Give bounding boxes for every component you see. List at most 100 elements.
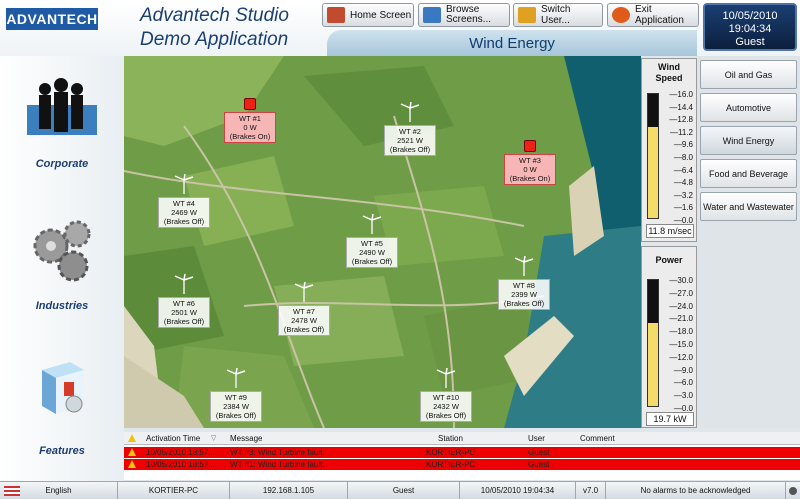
turbine-name: WT #8 xyxy=(513,281,535,290)
switch-user-button[interactable]: Switch User... xyxy=(513,3,603,27)
turbine-icon xyxy=(514,255,534,276)
turbine-power: 2478 W xyxy=(291,316,317,325)
turbine-label: WT #9 2384 W (Brakes Off) xyxy=(210,391,262,422)
turbine-power: 2399 W xyxy=(511,290,537,299)
turbine-icon xyxy=(294,281,314,302)
turbine-label: WT #2 2521 W (Brakes Off) xyxy=(384,125,436,156)
turbine-power: 2501 W xyxy=(171,308,197,317)
home-icon xyxy=(327,7,345,23)
wind-turbine-3[interactable]: WT #3 0 W (Brakes On) xyxy=(500,140,560,185)
left-nav: Corporate Industries Features xyxy=(0,56,124,481)
alarm-row[interactable]: 10/05/2010 18:57... WT #1: Wind Turbine … xyxy=(124,459,800,470)
wind-turbine-9[interactable]: WT #9 2384 W (Brakes Off) xyxy=(206,367,266,422)
wind-speed-bar xyxy=(647,93,659,219)
gauge-tick-label: —3.2 xyxy=(673,190,693,200)
turbine-name: WT #5 xyxy=(361,239,383,248)
wind-turbine-4[interactable]: WT #4 2469 W (Brakes Off) xyxy=(154,173,214,228)
status-user: Guest xyxy=(348,482,460,499)
screen-title: Wind Energy xyxy=(327,30,697,56)
nav-corporate-label: Corporate xyxy=(35,158,89,170)
wind-turbine-7[interactable]: WT #7 2478 W (Brakes Off) xyxy=(274,281,334,336)
home-screen-label: Home Screen xyxy=(350,9,412,21)
turbine-brake-state: (Brakes Off) xyxy=(351,257,393,266)
turbine-icon xyxy=(436,367,456,388)
wind-turbine-10[interactable]: WT #10 2432 W (Brakes Off) xyxy=(416,367,476,422)
turbine-name: WT #2 xyxy=(399,127,421,136)
warning-icon xyxy=(128,460,136,468)
gauge-tick-label: —12.0 xyxy=(669,352,693,362)
alarm-row[interactable]: 10/05/2010 18:57... WT #3: Wind Turbine … xyxy=(124,447,800,458)
gauge-tick-label: —8.0 xyxy=(673,153,693,162)
power-bar xyxy=(647,279,659,407)
advantech-logo: ADVANTECH xyxy=(6,8,98,30)
turbine-brake-state: (Brakes Off) xyxy=(215,411,257,420)
sort-icon[interactable]: ▽ xyxy=(211,432,216,445)
key-icon xyxy=(518,7,536,23)
wind-turbine-6[interactable]: WT #6 2501 W (Brakes Off) xyxy=(154,273,214,328)
wind-turbine-5[interactable]: WT #5 2490 W (Brakes Off) xyxy=(342,213,402,268)
wind-energy-button[interactable]: Wind Energy xyxy=(700,126,797,155)
gauge-tick-label: —1.6 xyxy=(673,203,693,213)
nav-industries[interactable]: Industries xyxy=(0,216,124,316)
automotive-button[interactable]: Automotive xyxy=(700,93,797,122)
food-and-beverage-button[interactable]: Food and Beverage xyxy=(700,159,797,188)
gauge-tick-label: —6.4 xyxy=(673,165,693,175)
col-message[interactable]: Message xyxy=(230,432,262,445)
browse-screens-button[interactable]: Browse Screens... xyxy=(418,3,510,27)
gauge-tick-label: —16.0 xyxy=(669,90,693,99)
turbine-brake-state: (Brakes On) xyxy=(509,174,551,183)
turbine-power: 2469 W xyxy=(171,208,197,217)
wind-speed-title: Wind Speed xyxy=(642,59,696,84)
col-activation-time[interactable]: Activation Time xyxy=(146,432,200,445)
datetime-panel: 10/05/2010 19:04:34 Guest xyxy=(703,3,797,51)
software-box-icon xyxy=(42,362,84,414)
turbine-label: WT #5 2490 W (Brakes Off) xyxy=(346,237,398,268)
header-bar: ADVANTECH Advantech Studio Demo Applicat… xyxy=(0,0,800,56)
status-language-text: English xyxy=(45,486,72,495)
col-station[interactable]: Station xyxy=(438,432,463,445)
industry-nav: Oil and Gas Automotive Wind Energy Food … xyxy=(697,56,800,428)
wind-turbine-8[interactable]: WT #8 2399 W (Brakes Off) xyxy=(494,255,554,310)
col-user[interactable]: User xyxy=(528,432,545,445)
alarm-status-icon[interactable] xyxy=(786,482,800,499)
water-and-wastewater-button[interactable]: Water and Wastewater xyxy=(700,192,797,221)
browse-screens-label: Browse Screens... xyxy=(446,4,492,25)
wind-turbine-2[interactable]: WT #2 2521 W (Brakes Off) xyxy=(380,101,440,156)
wind-speed-title-line1: Wind xyxy=(658,62,680,72)
gauge-tick-label: —12.8 xyxy=(669,115,693,125)
wind-turbine-1[interactable]: WT #1 0 W (Brakes On) xyxy=(220,98,280,143)
power-value: 19.7 kW xyxy=(646,412,694,426)
date-text: 10/05/2010 xyxy=(722,10,778,22)
turbine-name: WT #1 xyxy=(239,114,261,123)
oil-and-gas-button[interactable]: Oil and Gas xyxy=(700,60,797,89)
turbine-label: WT #4 2469 W (Brakes Off) xyxy=(158,197,210,228)
status-datetime: 10/05/2010 19:04:34 xyxy=(460,482,576,499)
people-icon xyxy=(27,78,97,135)
gauge-tick-label: —3.0 xyxy=(673,391,693,401)
monitor-icon xyxy=(423,7,441,23)
status-bar: English KORTIER-PC 192.168.1.105 Guest 1… xyxy=(0,481,800,499)
col-comment[interactable]: Comment xyxy=(580,432,615,445)
gauge-tick-label: —24.0 xyxy=(669,301,693,311)
wind-speed-gauge: Wind Speed —16.0 —14.4 —12.8 —11.2 —9.6 —8.0 —… xyxy=(641,58,697,242)
alarm-time: 10/05/2010 18:57... xyxy=(146,460,215,469)
turbine-label: WT #1 0 W (Brakes On) xyxy=(224,112,276,143)
alarm-message: WT #1: Wind Turbine fault. xyxy=(230,460,325,469)
turbine-icon xyxy=(226,367,246,388)
status-version: v7.0 xyxy=(576,482,606,499)
exit-application-button[interactable]: Exit Application xyxy=(607,3,699,27)
home-screen-button[interactable]: Home Screen xyxy=(322,3,414,27)
gauge-tick-label: —9.6 xyxy=(673,140,693,150)
alarm-time: 10/05/2010 18:57... xyxy=(146,448,215,457)
turbine-name: WT #9 xyxy=(225,393,247,402)
turbine-name: WT #6 xyxy=(173,299,195,308)
gauge-tick-label: —15.0 xyxy=(669,340,693,349)
turbine-label: WT #7 2478 W (Brakes Off) xyxy=(278,305,330,336)
turbine-label: WT #8 2399 W (Brakes Off) xyxy=(498,279,550,310)
turbine-brake-state: (Brakes Off) xyxy=(389,145,431,154)
status-language[interactable]: English xyxy=(0,482,118,499)
status-station: KORTIER-PC xyxy=(118,482,230,499)
turbine-brake-state: (Brakes Off) xyxy=(425,411,467,420)
nav-corporate[interactable]: Corporate xyxy=(0,70,124,180)
nav-features[interactable]: Features xyxy=(0,356,124,466)
